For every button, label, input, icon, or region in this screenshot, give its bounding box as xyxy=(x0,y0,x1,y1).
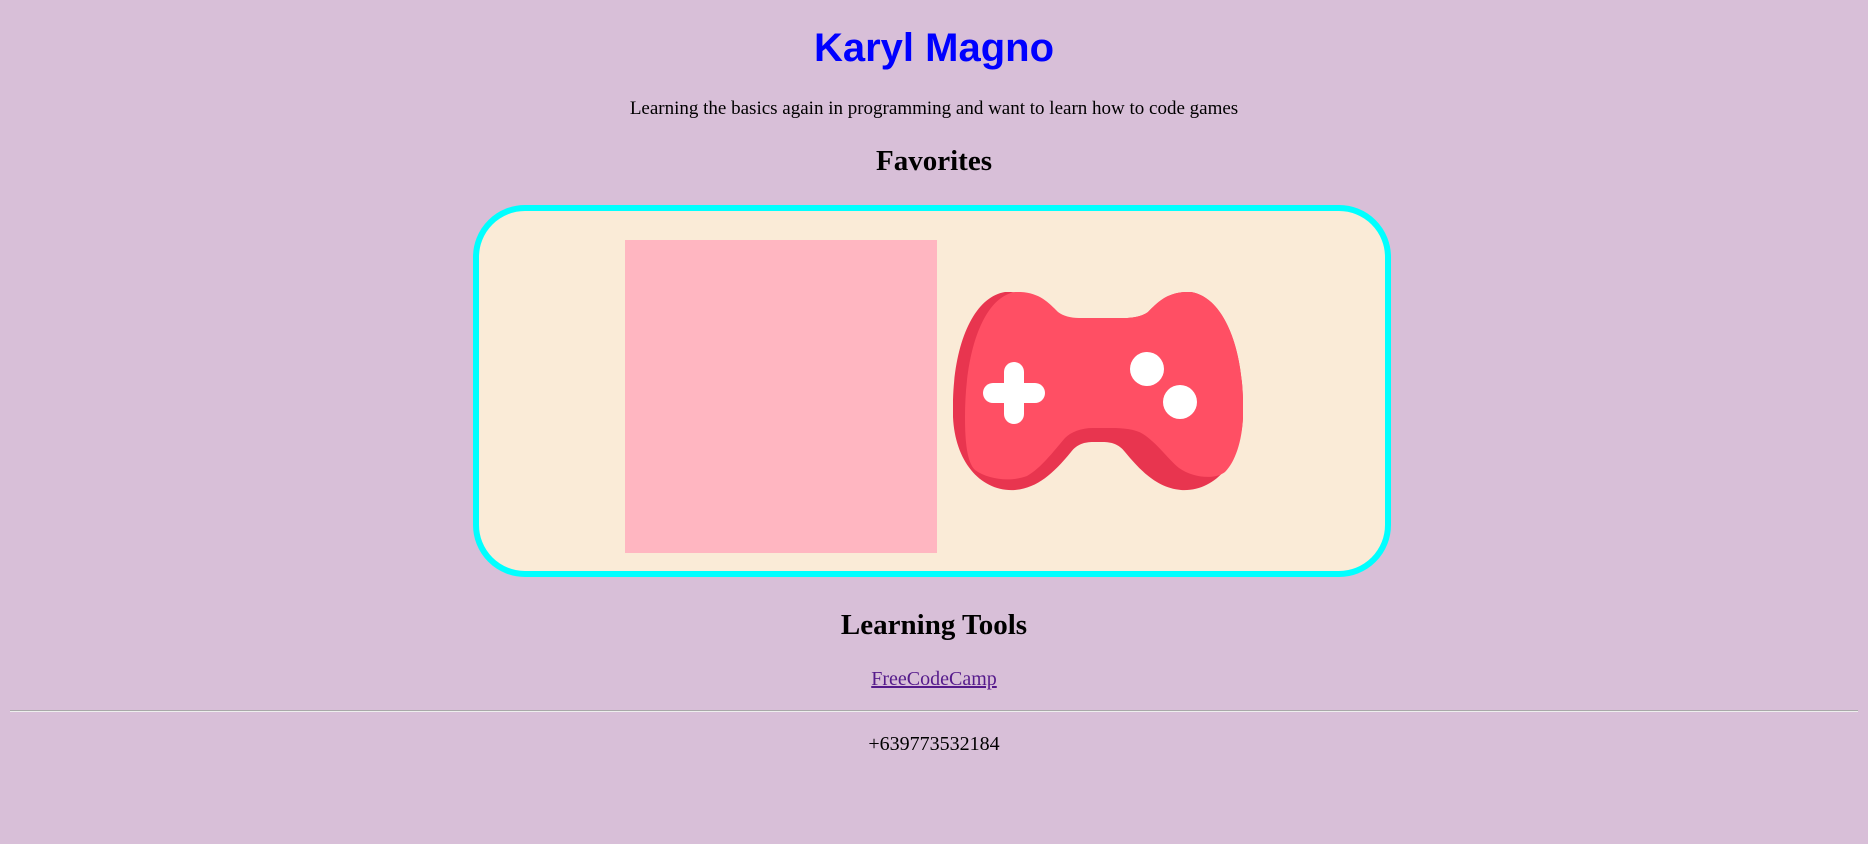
freecodecamp-link-container: FreeCodeCamp xyxy=(0,667,1868,691)
pink-square-image xyxy=(625,240,937,553)
phone-number: +639773532184 xyxy=(868,733,1000,755)
favorites-heading: Favorites xyxy=(876,145,992,177)
page-title: Karyl Magno xyxy=(813,26,1055,70)
bio-text: Learning the basics again in programming… xyxy=(629,98,1239,119)
freecodecamp-link[interactable]: FreeCodeCamp xyxy=(871,668,997,690)
gamepad-icon xyxy=(953,292,1243,491)
divider xyxy=(10,710,1858,712)
page: Karyl Magno Learning the basics again in… xyxy=(0,0,1868,844)
favorites-box xyxy=(473,205,1391,577)
learning-tools-heading: Learning Tools xyxy=(840,609,1028,641)
